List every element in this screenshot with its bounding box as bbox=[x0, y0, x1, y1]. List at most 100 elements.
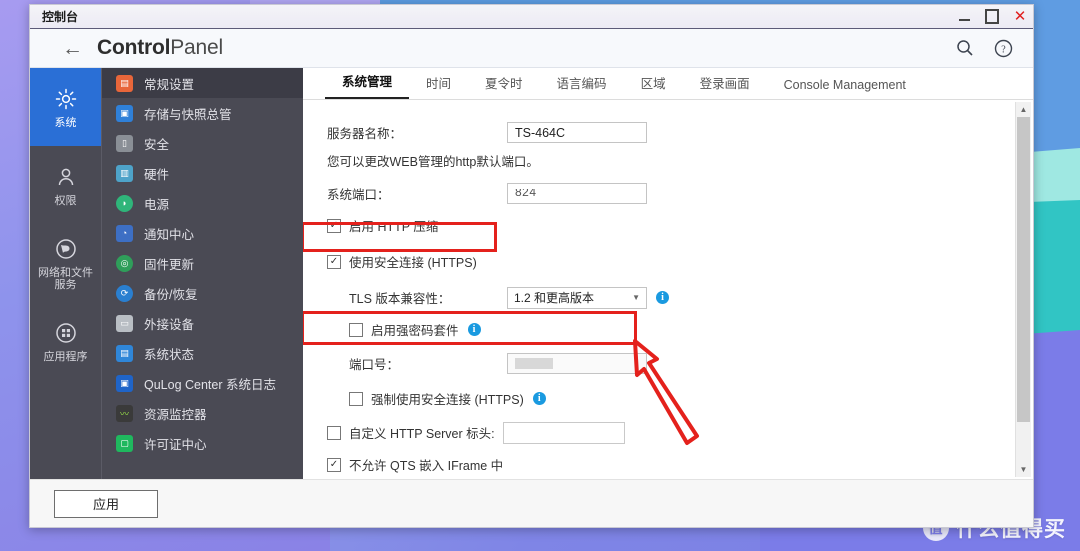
back-arrow-icon[interactable]: ← bbox=[62, 38, 83, 59]
force-https-info-icon[interactable]: i bbox=[532, 392, 546, 405]
menu-item-label: 硬件 bbox=[144, 167, 170, 182]
custom-http-header-checkbox[interactable] bbox=[327, 425, 341, 440]
window-title: 控制台 bbox=[42, 10, 79, 24]
https-label: 使用安全连接 (HTTPS) bbox=[349, 256, 477, 270]
strong-cipher-info-icon[interactable]: i bbox=[467, 323, 481, 336]
backup-restore-icon: ⟳ bbox=[116, 284, 133, 302]
menu-item-label: QuLog Center 系统日志 bbox=[144, 377, 276, 392]
resource-monitor-icon: 〰 bbox=[116, 404, 133, 422]
tab-language-encoding[interactable]: 语言编码 bbox=[540, 73, 624, 99]
tab-time[interactable]: 时间 bbox=[409, 73, 468, 99]
rail-item-label: 网络和文件 服务 bbox=[38, 266, 93, 291]
apply-button[interactable]: 应用 bbox=[54, 489, 158, 518]
menu-item-qulog-center[interactable]: ▣ QuLog Center 系统日志 bbox=[102, 368, 303, 398]
page-title-bold: Control bbox=[97, 36, 171, 59]
menu-item-license-center[interactable]: ▢ 许可证中心 bbox=[102, 428, 303, 458]
menu-item-hardware[interactable]: ▥ 硬件 bbox=[102, 158, 303, 188]
rail-item-applications[interactable]: 应用程序 bbox=[30, 302, 101, 380]
window-controls: ✕ bbox=[957, 5, 1027, 28]
no-iframe-checkbox[interactable]: ✓ bbox=[327, 457, 341, 472]
settings-form-scroll: 服务器名称： TS-464C 您可以更改WEB管理的http默认端口。 系统端口… bbox=[303, 100, 1033, 479]
menu-item-power[interactable]: ◗ 电源 bbox=[102, 188, 303, 218]
menu-item-system-status[interactable]: ▤ 系统状态 bbox=[102, 338, 303, 368]
scroll-down-icon[interactable]: ▼ bbox=[1016, 462, 1031, 477]
strong-cipher-checkbox[interactable] bbox=[349, 322, 363, 337]
system-port-input[interactable]: 824 bbox=[507, 183, 647, 204]
external-device-icon: ▭ bbox=[116, 314, 133, 332]
server-name-input[interactable]: TS-464C bbox=[507, 122, 647, 143]
https-checkbox[interactable]: ✓ bbox=[327, 254, 341, 269]
tls-version-info-icon[interactable]: i bbox=[656, 291, 669, 304]
menu-item-label: 存储与快照总管 bbox=[144, 107, 232, 122]
strong-cipher-label: 启用强密码套件 bbox=[371, 324, 459, 338]
http-compression-row: ✓ 启用 HTTP 压缩 bbox=[327, 211, 1033, 240]
menu-item-resource-monitor[interactable]: 〰 资源监控器 bbox=[102, 398, 303, 428]
hardware-icon: ▥ bbox=[116, 164, 133, 182]
scroll-up-icon[interactable]: ▲ bbox=[1016, 102, 1031, 117]
chevron-down-icon: ▼ bbox=[632, 293, 640, 302]
maximize-icon[interactable] bbox=[985, 9, 999, 24]
close-icon[interactable]: ✕ bbox=[1013, 9, 1027, 24]
menu-item-label: 备份/恢复 bbox=[144, 287, 198, 302]
menu-item-security[interactable]: ▯ 安全 bbox=[102, 128, 303, 158]
tls-version-value: 1.2 和更高版本 bbox=[514, 291, 595, 305]
system-status-icon: ▤ bbox=[116, 344, 133, 362]
help-icon[interactable]: ? bbox=[994, 39, 1013, 58]
tab-console-management[interactable]: Console Management bbox=[767, 78, 923, 99]
rail-item-network-file-services[interactable]: 网络和文件 服务 bbox=[30, 224, 101, 302]
tab-region[interactable]: 区域 bbox=[624, 73, 683, 99]
tab-bar: 系统管理 时间 夏令时 语言编码 区域 登录画面 Console Managem… bbox=[303, 68, 1033, 100]
menu-item-label: 常规设置 bbox=[144, 77, 195, 92]
header-icons: ? bbox=[956, 39, 1013, 58]
svg-text:?: ? bbox=[1001, 44, 1006, 55]
rail-item-label: 权限 bbox=[54, 194, 77, 207]
http-port-note: 您可以更改WEB管理的http默认端口。 bbox=[327, 155, 539, 169]
user-icon bbox=[53, 164, 79, 190]
app-header: ← ControlPanel ? bbox=[30, 29, 1033, 68]
menu-item-label: 许可证中心 bbox=[144, 437, 207, 452]
menu-item-firmware-update[interactable]: ◎ 固件更新 bbox=[102, 248, 303, 278]
clipboard-icon: ▤ bbox=[116, 74, 133, 92]
custom-http-header-input[interactable] bbox=[502, 421, 625, 444]
tab-login-screen[interactable]: 登录画面 bbox=[683, 73, 767, 99]
http-compression-label: 启用 HTTP 压缩 bbox=[349, 220, 439, 234]
rail-item-privilege[interactable]: 权限 bbox=[30, 146, 101, 224]
menu-item-notification-center[interactable]: ◔ 通知中心 bbox=[102, 218, 303, 248]
tls-version-row: TLS 版本兼容性： 1.2 和更高版本 ▼ i bbox=[327, 283, 1033, 312]
gear-icon bbox=[53, 86, 79, 112]
vertical-scrollbar[interactable]: ▲ ▼ bbox=[1015, 102, 1031, 477]
menu-item-storage-snapshots[interactable]: ▣ 存储与快照总管 bbox=[102, 98, 303, 128]
no-iframe-label: 不允许 QTS 嵌入 IFrame 中 bbox=[349, 459, 504, 473]
firmware-update-icon: ◎ bbox=[116, 254, 133, 272]
menu-item-external-device[interactable]: ▭ 外接设备 bbox=[102, 308, 303, 338]
menu-item-label: 安全 bbox=[144, 137, 170, 152]
port-number-input[interactable] bbox=[507, 353, 647, 374]
server-name-row: 服务器名称： TS-464C bbox=[327, 118, 1033, 147]
form-footer: 应用 bbox=[30, 479, 1033, 527]
menu-item-backup-restore[interactable]: ⟳ 备份/恢复 bbox=[102, 278, 303, 308]
custom-http-header-label: 自定义 HTTP Server 标头: bbox=[349, 427, 495, 441]
globe-icon bbox=[53, 236, 79, 262]
menu-item-general-settings[interactable]: ▤ 常规设置 bbox=[102, 68, 303, 98]
rail-item-system[interactable]: 系统 bbox=[30, 68, 101, 146]
window-body: 系统 权限 网络和文件 服务 应用程序 ▤ 常规设置 ▣ 存储与快照总管 ▯ 安… bbox=[30, 68, 1033, 479]
force-https-checkbox[interactable] bbox=[349, 391, 363, 406]
bell-icon: ◔ bbox=[116, 224, 133, 242]
window-titlebar: 控制台 ✕ bbox=[30, 5, 1033, 29]
http-compression-checkbox[interactable]: ✓ bbox=[327, 218, 341, 233]
tab-daylight-saving[interactable]: 夏令时 bbox=[468, 73, 540, 99]
page-title-light: Panel bbox=[170, 36, 223, 59]
search-icon[interactable] bbox=[956, 39, 974, 57]
scrollbar-track[interactable] bbox=[1016, 117, 1031, 462]
force-https-row: 强制使用安全连接 (HTTPS) i bbox=[327, 384, 1033, 413]
port-number-label: 端口号： bbox=[349, 358, 400, 372]
tls-version-label: TLS 版本兼容性： bbox=[349, 292, 451, 306]
scrollbar-thumb[interactable] bbox=[1017, 117, 1030, 422]
custom-http-header-row: 自定义 HTTP Server 标头: bbox=[327, 418, 1033, 447]
tab-system-administration[interactable]: 系统管理 bbox=[325, 71, 410, 99]
minimize-icon[interactable] bbox=[957, 10, 971, 24]
tls-version-select[interactable]: 1.2 和更高版本 ▼ bbox=[507, 286, 647, 309]
license-center-icon: ▢ bbox=[116, 434, 133, 452]
system-port-value: 824 bbox=[515, 189, 537, 198]
no-iframe-row: ✓ 不允许 QTS 嵌入 IFrame 中 bbox=[327, 450, 1033, 479]
